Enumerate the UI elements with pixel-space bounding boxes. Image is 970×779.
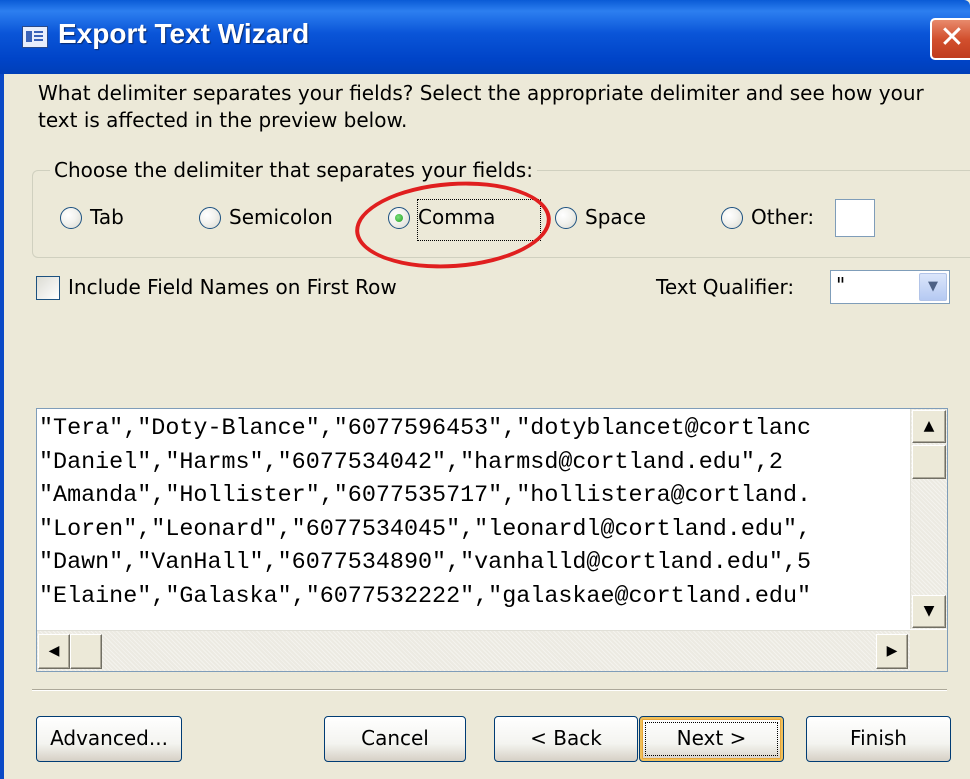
radio-space-label: Space (585, 205, 646, 229)
scroll-up-icon[interactable]: ▲ (912, 410, 946, 443)
preview-line: "Amanda","Hollister","6077535717","holli… (39, 483, 812, 509)
preview-line: "Loren","Leonard","6077534045","leonardl… (39, 516, 812, 543)
radio-other-label: Other: (751, 205, 815, 229)
window-title: Export Text Wizard (58, 18, 310, 49)
horizontal-scrollbar[interactable]: ◀ ▶ (37, 630, 910, 671)
preview-line: "Elaine","Galaska","6077532222","galaska… (39, 583, 812, 610)
dropdown-arrow-icon[interactable]: ▼ (919, 273, 947, 301)
radio-tab-circle[interactable] (60, 207, 82, 229)
instructions-text: What delimiter separates your fields? Se… (38, 81, 924, 132)
include-field-names-label: Include Field Names on First Row (68, 275, 397, 299)
radio-other-circle[interactable] (721, 207, 743, 229)
window-frame (0, 74, 4, 779)
back-button-label: < Back (530, 726, 602, 750)
next-button[interactable]: Next > (639, 716, 784, 762)
close-icon[interactable]: ✕ (930, 18, 970, 60)
back-button[interactable]: < Back (494, 716, 638, 762)
radio-tab-label: Tab (90, 205, 124, 229)
separator (32, 689, 947, 691)
finish-button[interactable]: Finish (806, 716, 951, 762)
horizontal-scroll-thumb[interactable] (70, 634, 102, 669)
scroll-down-icon[interactable]: ▼ (912, 595, 946, 628)
radio-semicolon-circle[interactable] (199, 207, 221, 229)
scroll-right-icon[interactable]: ▶ (876, 634, 908, 669)
text-qualifier-value: " (836, 273, 846, 297)
vertical-scrollbar[interactable]: ▲ ▼ (910, 409, 947, 629)
include-field-names-checkbox[interactable] (36, 276, 60, 300)
preview-lines: "Tera","Doty-Blance","6077596453","dotyb… (39, 413, 811, 614)
advanced-button[interactable]: Advanced... (36, 716, 182, 762)
radio-space-circle[interactable] (555, 207, 577, 229)
finish-button-label: Finish (850, 726, 907, 750)
scroll-left-icon[interactable]: ◀ (38, 634, 70, 669)
scrollbar-corner (910, 630, 947, 671)
text-qualifier-select[interactable]: " ▼ (830, 270, 950, 304)
title-bar: Export Text Wizard ✕ (0, 0, 970, 74)
other-delimiter-input[interactable] (835, 199, 875, 237)
text-qualifier-label: Text Qualifier: (656, 275, 795, 299)
preview-pane[interactable]: "Tera","Doty-Blance","6077596453","dotyb… (36, 408, 948, 672)
vertical-scroll-thumb[interactable] (912, 445, 946, 479)
cancel-button[interactable]: Cancel (324, 716, 466, 762)
cancel-button-label: Cancel (361, 726, 429, 750)
wizard-window-icon (22, 26, 48, 48)
preview-line: "Dawn","VanHall","6077534890","vanhalld@… (39, 550, 812, 576)
preview-line: "Daniel","Harms","6077534042","harmsd@co… (39, 449, 783, 476)
preview-line: "Tera","Doty-Blance","6077596453","dotyb… (39, 416, 812, 442)
delimiter-group-caption: Choose the delimiter that separates your… (50, 158, 537, 182)
radio-semicolon-label: Semicolon (229, 205, 333, 229)
next-button-label: Next > (676, 726, 747, 750)
advanced-button-label: Advanced... (50, 726, 168, 750)
